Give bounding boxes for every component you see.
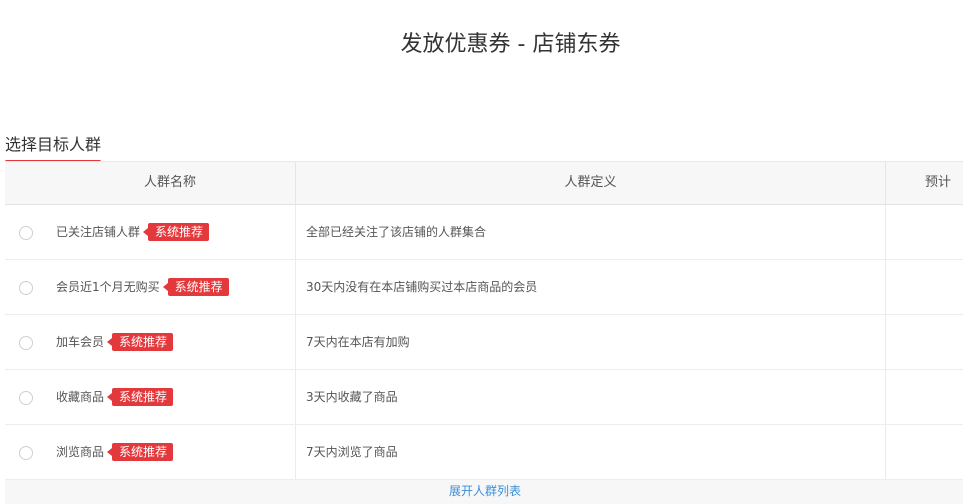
row-audience-name: 收藏商品 系统推荐 xyxy=(56,370,174,425)
table-header: 人群名称 人群定义 预计 xyxy=(5,162,963,205)
table-row[interactable]: 收藏商品 系统推荐 3天内收藏了商品 xyxy=(5,370,963,425)
recommend-badge: 系统推荐 xyxy=(107,332,174,351)
audience-name-text: 收藏商品 xyxy=(56,390,105,404)
recommend-badge: 系统推荐 xyxy=(143,222,210,241)
row-audience-name: 已关注店铺人群 系统推荐 xyxy=(56,205,210,260)
row-audience-definition: 7天内在本店有加购 xyxy=(306,335,410,349)
table-row[interactable]: 加车会员 系统推荐 7天内在本店有加购 xyxy=(5,315,963,370)
column-divider xyxy=(295,205,296,260)
column-divider xyxy=(885,315,886,370)
row-audience-name: 会员近1个月无购买 系统推荐 xyxy=(56,260,229,315)
column-divider xyxy=(885,370,886,425)
column-divider xyxy=(295,425,296,480)
column-divider xyxy=(885,205,886,260)
table-row[interactable]: 浏览商品 系统推荐 7天内浏览了商品 xyxy=(5,425,963,480)
row-radio[interactable] xyxy=(19,391,33,405)
row-audience-name: 加车会员 系统推荐 xyxy=(56,315,174,370)
section-title-text: 选择目标人群 xyxy=(5,135,102,154)
column-divider xyxy=(295,260,296,315)
row-radio[interactable] xyxy=(19,226,33,240)
column-divider xyxy=(885,260,886,315)
audience-name-text: 会员近1个月无购买 xyxy=(56,280,160,294)
row-radio[interactable] xyxy=(19,446,33,460)
column-divider xyxy=(295,370,296,425)
header-audience-name: 人群名称 xyxy=(143,175,196,190)
column-divider xyxy=(885,425,886,480)
table-row[interactable]: 已关注店铺人群 系统推荐 全部已经关注了该店铺的人群集合 xyxy=(5,205,963,260)
recommend-badge: 系统推荐 xyxy=(162,277,229,296)
audience-name-text: 已关注店铺人群 xyxy=(56,225,141,239)
row-audience-definition: 全部已经关注了该店铺的人群集合 xyxy=(306,225,487,239)
row-audience-definition: 3天内收藏了商品 xyxy=(306,390,398,404)
row-audience-definition: 30天内没有在本店铺购买过本店商品的会员 xyxy=(306,280,538,294)
row-radio[interactable] xyxy=(19,281,33,295)
audience-table: 人群名称 人群定义 预计 已关注店铺人群 系统推荐 全部已经关注了该店铺的人群集合… xyxy=(5,161,963,504)
table-row[interactable]: 会员近1个月无购买 系统推荐 30天内没有在本店铺购买过本店商品的会员 xyxy=(5,260,963,315)
audience-name-text: 加车会员 xyxy=(56,335,105,349)
row-audience-definition: 7天内浏览了商品 xyxy=(306,445,398,459)
row-audience-name: 浏览商品 系统推荐 xyxy=(56,425,174,480)
row-radio[interactable] xyxy=(19,336,33,350)
section-title: 选择目标人群 xyxy=(5,131,102,163)
expand-audience-list-link[interactable]: 展开人群列表 xyxy=(5,480,963,504)
recommend-badge: 系统推荐 xyxy=(107,442,174,461)
header-estimate: 预计 xyxy=(925,175,952,190)
header-divider xyxy=(885,162,886,205)
page-title: 发放优惠券 - 店铺东券 xyxy=(400,32,621,57)
recommend-badge: 系统推荐 xyxy=(107,387,174,406)
audience-name-text: 浏览商品 xyxy=(56,445,105,459)
header-audience-definition: 人群定义 xyxy=(564,175,617,190)
column-divider xyxy=(295,315,296,370)
